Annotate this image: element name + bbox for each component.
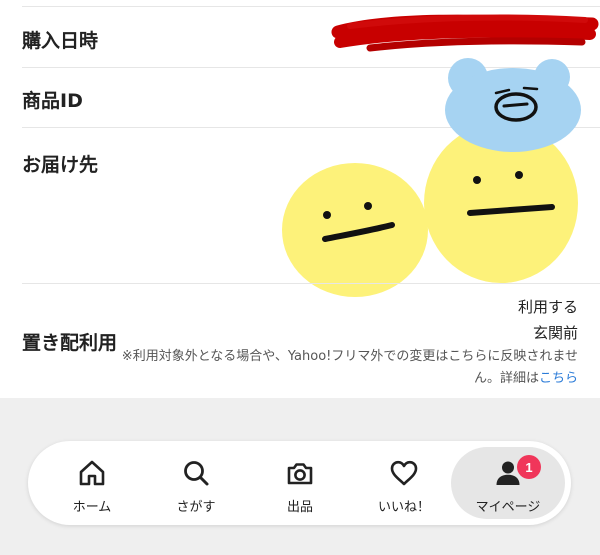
divider [22, 283, 600, 284]
tab-search-label: さがす [176, 500, 216, 515]
transaction-details: 購入日時 商品ID お届け先 置き配利用 利用する 玄関前 ※利用対象外となる場… [0, 0, 600, 398]
tab-home-label: ホーム [72, 500, 112, 515]
tab-sell[interactable]: 出品 [246, 441, 354, 525]
tab-mypage-label: マイページ [475, 500, 541, 515]
tab-likes-label: いいね！ [377, 500, 430, 515]
home-icon [79, 460, 105, 486]
tab-likes[interactable]: いいね！ [350, 441, 458, 525]
tab-mypage[interactable]: マイページ 1 [451, 447, 565, 519]
leave-at-door-label: 置き配利用 [22, 332, 118, 354]
leave-at-door-status: 利用する [517, 298, 578, 316]
product-id-label: 商品ID [22, 90, 83, 112]
purchase-datetime-label: 購入日時 [22, 30, 99, 52]
details-link[interactable]: こちら [539, 371, 578, 386]
divider [22, 6, 600, 7]
tab-search[interactable]: さがす [142, 441, 250, 525]
heart-icon [390, 460, 418, 486]
delivery-address-label: お届け先 [22, 154, 99, 176]
camera-icon [287, 463, 313, 485]
bottom-tab-bar: ホーム さがす 出品 いいね！ マイページ 1 [28, 441, 571, 525]
tab-sell-label: 出品 [286, 500, 313, 515]
leave-at-door-note: ※利用対象外となる場合や、Yahoo!フリマ外での変更はこちらに反映されません。… [108, 346, 578, 390]
face-doodle-redaction [282, 58, 581, 297]
leave-at-door-location: 玄関前 [532, 324, 578, 342]
tab-home[interactable]: ホーム [38, 441, 146, 525]
note-text: ※利用対象外となる場合や、Yahoo!フリマ外での変更はこちらに反映されません。… [121, 349, 578, 386]
redaction-scribble [331, 14, 599, 52]
search-icon [184, 461, 209, 486]
screen: 購入日時 商品ID お届け先 置き配利用 利用する 玄関前 ※利用対象外となる場… [0, 0, 600, 555]
notification-badge: 1 [517, 455, 541, 479]
